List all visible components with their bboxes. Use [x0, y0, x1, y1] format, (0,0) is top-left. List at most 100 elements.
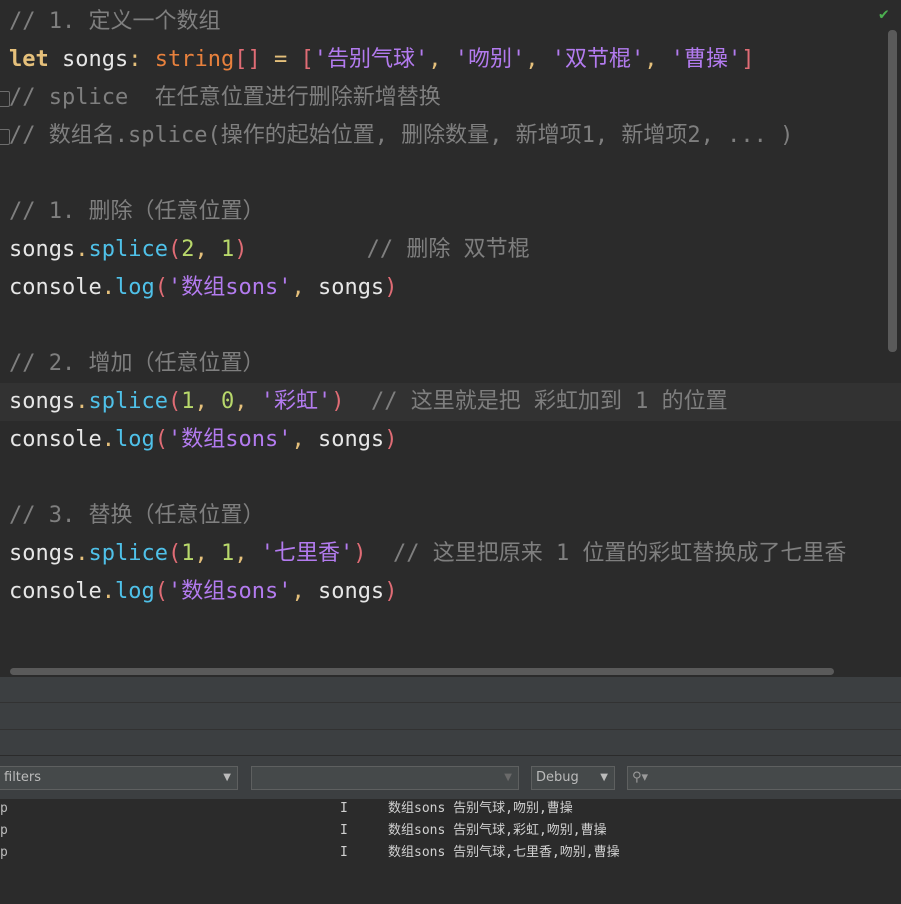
code-token: .: [75, 541, 89, 566]
panel-divider[interactable]: [0, 676, 901, 703]
code-token: // 这里就是把 彩虹加到 1 的位置: [344, 389, 728, 414]
code-token: []: [234, 47, 261, 72]
log-package: p: [0, 823, 8, 838]
logcat-filter-bar: filters ▼ ▼ Debug ▼ ⚲▾: [0, 755, 901, 800]
code-token: log: [114, 579, 155, 604]
chevron-down-icon: ▼: [223, 772, 231, 783]
code-line[interactable]: // 3. 替换（任意位置）: [9, 497, 264, 535]
code-token: ,: [194, 541, 221, 566]
code-token: ,: [234, 389, 261, 414]
code-line[interactable]: songs.splice(1, 1, '七里香') // 这里把原来 1 位置的…: [9, 535, 846, 573]
code-token: ): [353, 541, 367, 566]
code-token: songs: [48, 47, 129, 72]
code-token: 1: [181, 389, 195, 414]
logcat-toolbar: [0, 702, 901, 730]
logcat-toolbar-secondary: [0, 729, 901, 756]
fold-marker-icon[interactable]: [0, 129, 10, 145]
search-icon: ⚲▾: [632, 770, 649, 785]
code-token: ): [384, 579, 398, 604]
code-token: // 3. 替换（任意位置）: [9, 503, 265, 528]
code-token: (: [167, 237, 182, 262]
code-line[interactable]: // 1. 删除（任意位置）: [9, 193, 264, 231]
fold-marker-icon[interactable]: [0, 91, 10, 107]
code-token: ,: [428, 47, 455, 72]
code-editor[interactable]: // 1. 定义一个数组 let songs: string[] = ['告别气球…: [0, 0, 901, 676]
code-line[interactable]: // 数组名.splice(操作的起始位置, 删除数量, 新增项1, 新增项2,…: [9, 117, 793, 155]
code-line[interactable]: // splice 在任意位置进行删除新增替换: [9, 79, 441, 117]
code-token: ,: [194, 237, 221, 262]
code-token: (: [167, 541, 182, 566]
chevron-down-icon: ▼: [600, 772, 608, 783]
code-token: splice: [88, 389, 168, 414]
code-token: console: [9, 427, 102, 452]
code-token: '数组sons': [167, 275, 292, 300]
log-package: p: [0, 801, 8, 816]
code-line[interactable]: // 1. 定义一个数组: [9, 3, 220, 41]
code-token: ): [384, 275, 398, 300]
log-entry[interactable]: p I 数组sons 告别气球,七里香,吻别,曹操: [0, 842, 901, 864]
code-token: '数组sons': [167, 427, 292, 452]
code-token: 1: [220, 237, 235, 262]
code-token: ): [234, 237, 248, 262]
horizontal-scrollbar[interactable]: [10, 668, 834, 675]
code-token: songs: [317, 427, 385, 452]
check-icon: ✔: [879, 4, 889, 23]
code-token: // 数组名.splice(操作的起始位置, 删除数量, 新增项1, 新增项2,…: [9, 123, 794, 148]
code-token: ): [384, 427, 398, 452]
chevron-down-icon: ▼: [504, 772, 512, 783]
log-entry[interactable]: p I 数组sons 告别气球,彩虹,吻别,曹操: [0, 820, 901, 842]
code-token: // 1. 定义一个数组: [9, 9, 221, 34]
code-token: 0: [220, 389, 235, 414]
code-token: (: [154, 427, 168, 452]
code-token: songs: [9, 541, 76, 566]
code-token: // 2. 增加（任意位置）: [9, 351, 265, 376]
log-entry[interactable]: p I 数组sons 告别气球,吻别,曹操: [0, 798, 901, 820]
log-message: 数组sons 告别气球,七里香,吻别,曹操: [388, 845, 620, 860]
code-token: ,: [291, 275, 318, 300]
code-token: // 删除 双节棍: [247, 237, 530, 262]
logcat-output[interactable]: p I 数组sons 告别气球,吻别,曹操 p I 数组sons 告别气球,彩虹,吻别,曹…: [0, 799, 901, 904]
code-token: songs: [317, 275, 385, 300]
code-line[interactable]: console.log('数组sons', songs): [9, 573, 397, 611]
code-token: (: [154, 275, 168, 300]
code-token: .: [75, 237, 89, 262]
code-token: console: [9, 275, 102, 300]
code-token: '曹操': [670, 47, 742, 72]
code-token: ,: [644, 47, 671, 72]
code-token: (: [167, 389, 182, 414]
code-token: .: [75, 389, 89, 414]
code-token: songs: [9, 389, 76, 414]
code-token: 1: [181, 541, 195, 566]
code-token: ,: [525, 47, 552, 72]
code-line[interactable]: console.log('数组sons', songs): [9, 269, 397, 307]
code-token: .: [101, 275, 115, 300]
code-token: ,: [291, 579, 318, 604]
filter-select-value: filters: [4, 770, 42, 785]
code-line[interactable]: songs.splice(2, 1) // 删除 双节棍: [9, 231, 530, 269]
code-token: songs: [317, 579, 385, 604]
log-level: I: [340, 823, 348, 838]
code-line[interactable]: console.log('数组sons', songs): [9, 421, 397, 459]
process-select[interactable]: ▼: [251, 766, 519, 790]
code-token: ,: [234, 541, 261, 566]
vertical-scrollbar[interactable]: [888, 30, 897, 352]
code-token: // splice 在任意位置进行删除新增替换: [9, 85, 441, 110]
code-token: =: [260, 47, 301, 72]
code-token: (: [154, 579, 168, 604]
code-token: splice: [88, 237, 168, 262]
code-line[interactable]: songs.splice(1, 0, '彩虹') // 这里就是把 彩虹加到 1…: [0, 383, 901, 421]
code-token: .: [101, 579, 115, 604]
log-level-select[interactable]: Debug ▼: [531, 766, 615, 790]
code-token: songs: [9, 237, 76, 262]
log-search-input[interactable]: ⚲▾: [627, 766, 901, 790]
code-token: '七里香': [260, 541, 354, 566]
code-token: 1: [220, 541, 235, 566]
code-token: .: [101, 427, 115, 452]
filter-select[interactable]: filters ▼: [0, 766, 238, 790]
code-token: ,: [291, 427, 318, 452]
code-token: // 1. 删除（任意位置）: [9, 199, 265, 224]
code-line[interactable]: // 2. 增加（任意位置）: [9, 345, 264, 383]
code-line[interactable]: let songs: string[] = ['告别气球', '吻别', '双节…: [9, 41, 754, 79]
code-token: '告别气球': [313, 47, 429, 72]
